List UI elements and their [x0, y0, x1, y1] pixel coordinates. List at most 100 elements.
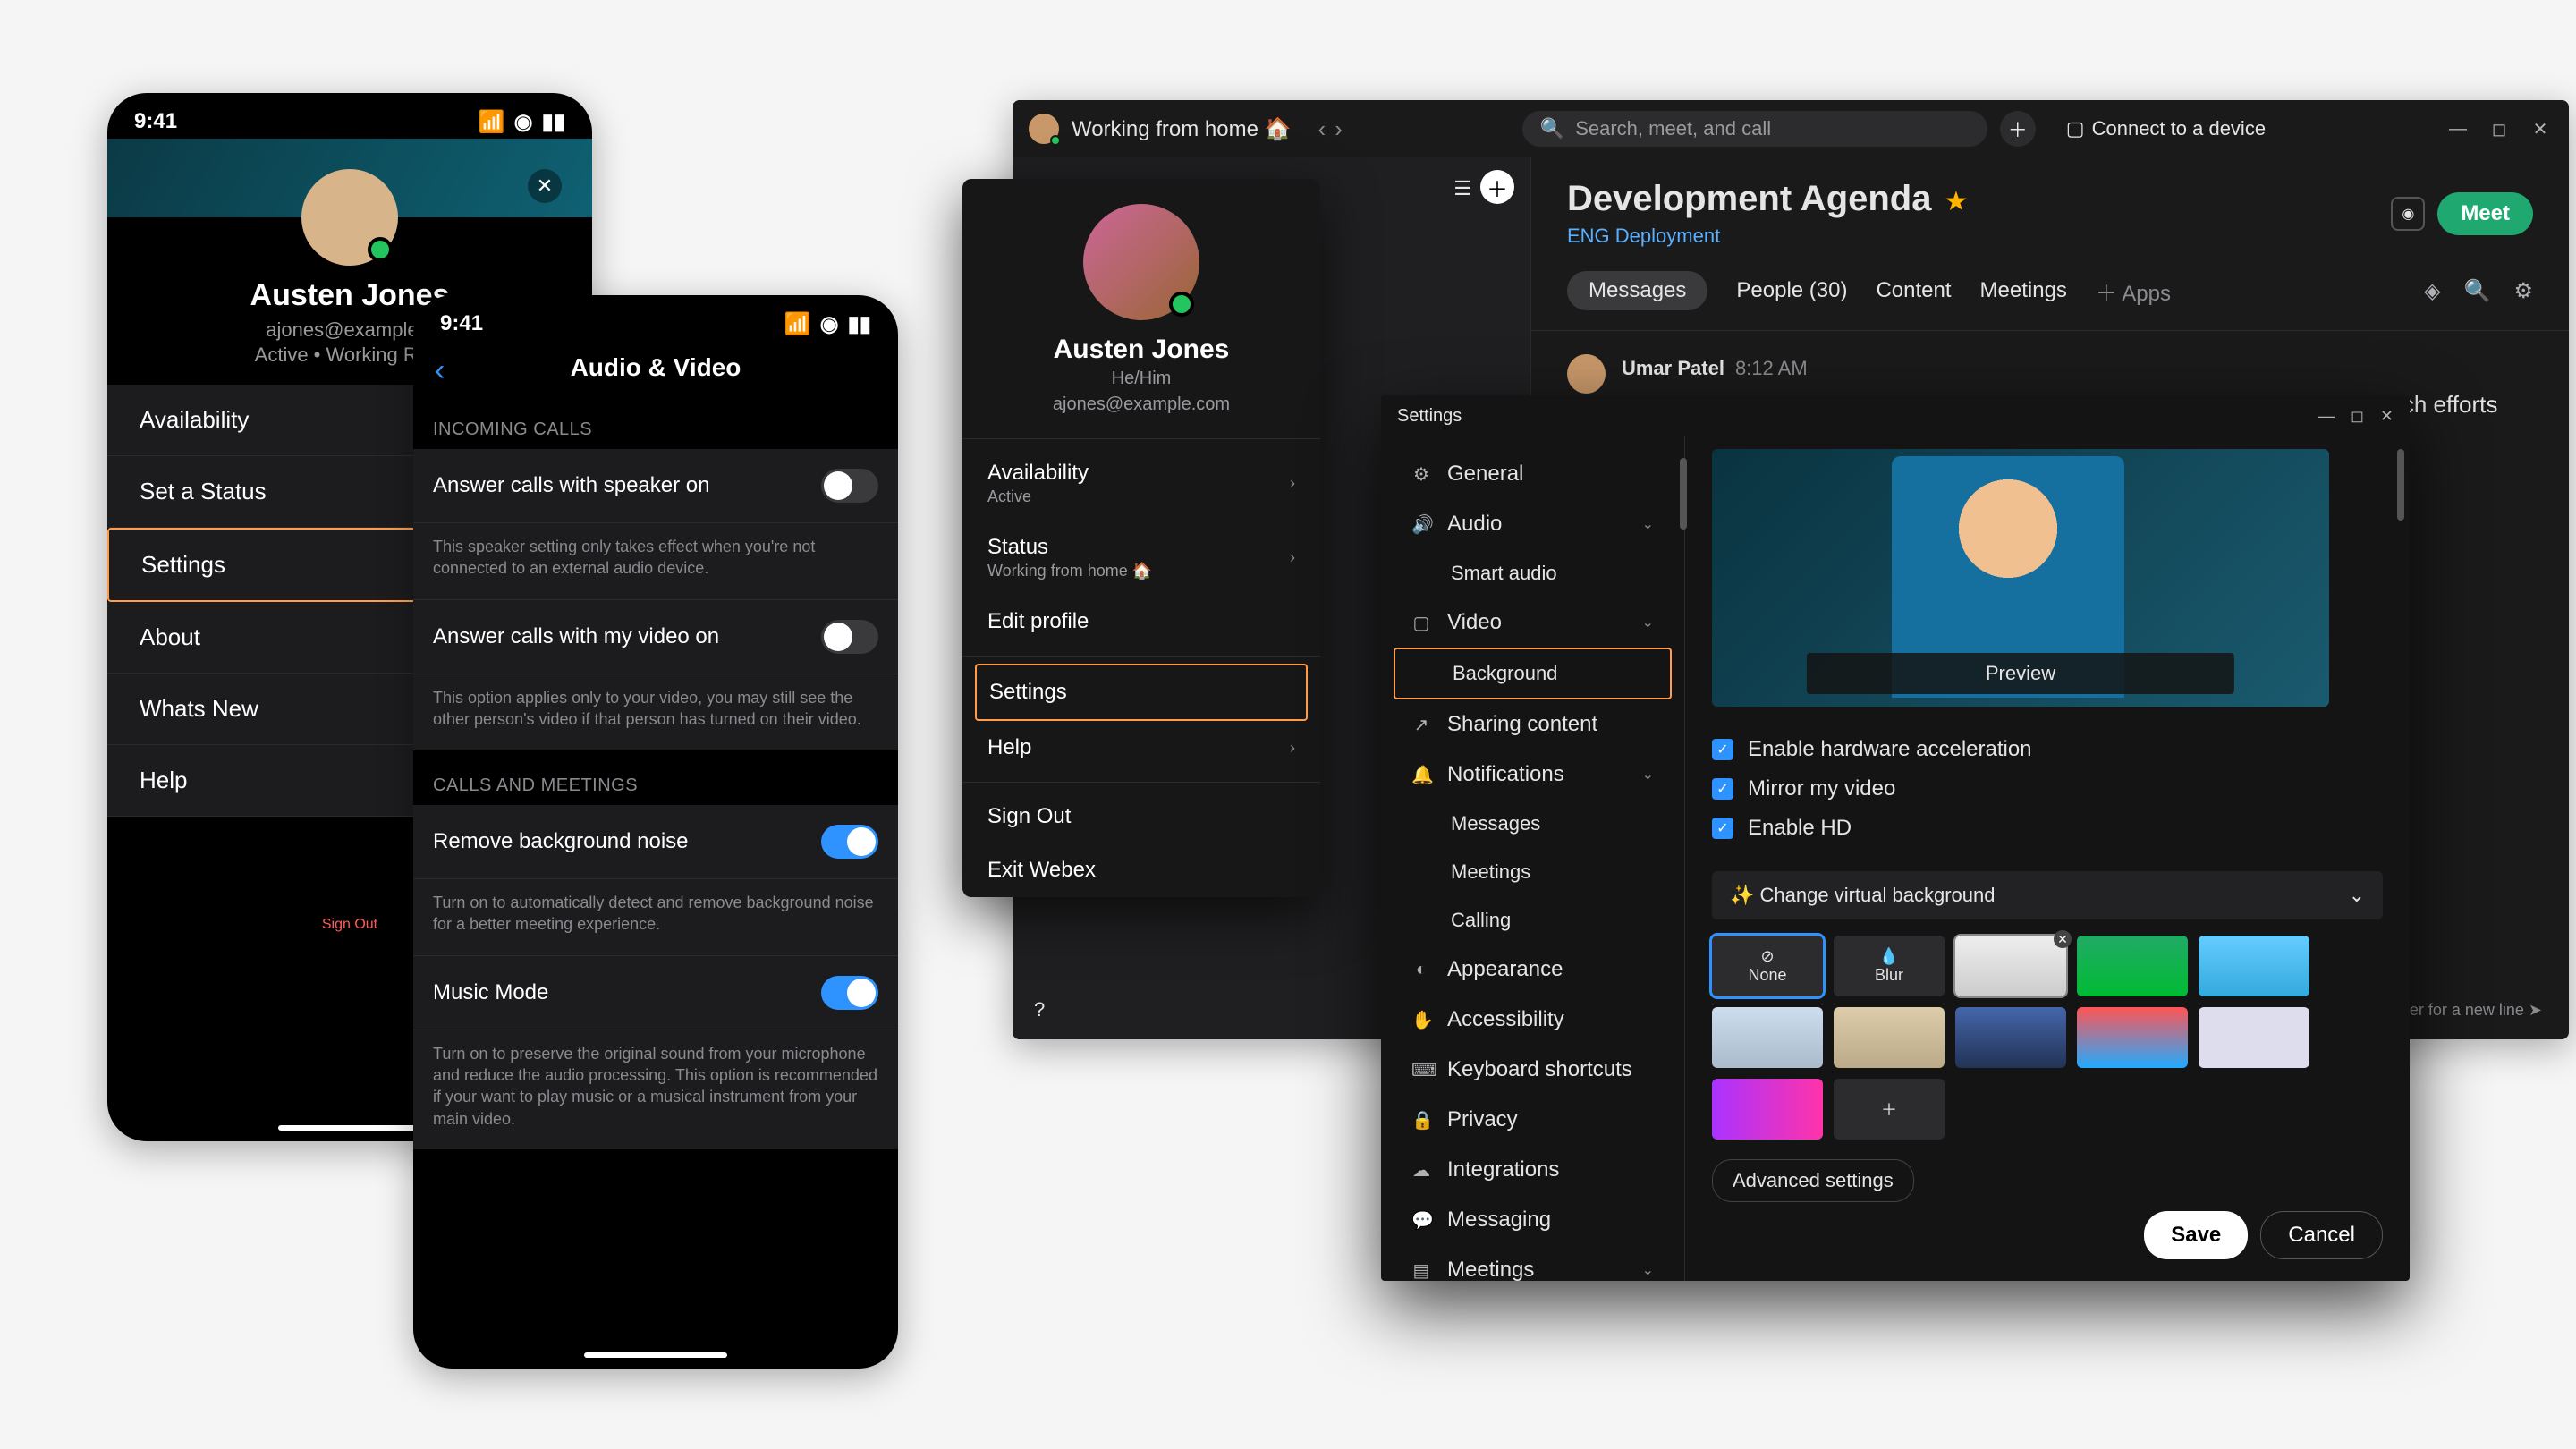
- nav-keyboard[interactable]: ⌨Keyboard shortcuts: [1394, 1045, 1672, 1095]
- nav-sharing[interactable]: ↗Sharing content: [1394, 699, 1672, 750]
- team-link[interactable]: ENG Deployment: [1567, 225, 1968, 248]
- filter-icon[interactable]: ☰: [1453, 177, 1471, 200]
- tab-content[interactable]: Content: [1876, 278, 1951, 303]
- item-settings[interactable]: Settings: [975, 664, 1308, 721]
- pin-icon[interactable]: ◈: [2424, 278, 2440, 304]
- check-hw-accel[interactable]: ✓Enable hardware acceleration: [1712, 730, 2383, 769]
- nav-integrations[interactable]: ☁Integrations: [1394, 1145, 1672, 1195]
- check-hd[interactable]: ✓Enable HD: [1712, 809, 2383, 848]
- mobile-audio-video-screen: 9:41 📶◉▮▮ ‹ Audio & Video INCOMING CALLS…: [413, 295, 898, 1368]
- star-icon[interactable]: ★: [1944, 187, 1968, 216]
- calendar-icon: ▤: [1411, 1259, 1431, 1282]
- nav-general[interactable]: ⚙General: [1394, 449, 1672, 499]
- tab-people[interactable]: People (30): [1736, 278, 1847, 303]
- nav-audio[interactable]: 🔊Audio⌄: [1394, 499, 1672, 549]
- gear-icon: ⚙: [1411, 463, 1431, 486]
- lock-icon: 🔒: [1411, 1109, 1431, 1131]
- item-sign-out[interactable]: Sign Out: [962, 790, 1320, 843]
- avatar[interactable]: [1029, 114, 1059, 144]
- avatar[interactable]: [1083, 204, 1199, 320]
- section-incoming: INCOMING CALLS: [413, 394, 898, 449]
- close-icon[interactable]: ✕: [528, 169, 562, 203]
- toggle-noise[interactable]: [821, 825, 878, 859]
- bg-none[interactable]: ⊘None: [1712, 936, 1823, 996]
- bg-room[interactable]: [2199, 1007, 2309, 1068]
- back-icon[interactable]: ‹: [435, 353, 445, 388]
- search-input[interactable]: 🔍Search, meet, and call: [1522, 111, 1987, 147]
- row-speaker[interactable]: Answer calls with speaker on: [413, 449, 898, 523]
- gear-icon[interactable]: ⚙: [2513, 278, 2533, 304]
- new-space-button[interactable]: ＋: [1480, 170, 1514, 204]
- tab-meetings[interactable]: Meetings: [1980, 278, 2067, 303]
- item-status[interactable]: StatusWorking from home 🏠›: [962, 521, 1320, 595]
- author-name[interactable]: Umar Patel: [1622, 357, 1724, 379]
- row-music[interactable]: Music Mode: [413, 956, 898, 1030]
- bg-mountains[interactable]: [1955, 1007, 2066, 1068]
- add-button[interactable]: ＋: [2000, 111, 2036, 147]
- nav-video[interactable]: ▢Video⌄: [1394, 597, 1672, 648]
- nav-back-icon[interactable]: ‹: [1318, 115, 1326, 143]
- bg-abstract[interactable]: [2077, 1007, 2188, 1068]
- avatar[interactable]: [301, 169, 398, 266]
- presence-dot: [1050, 135, 1061, 146]
- send-icon[interactable]: ➤: [2529, 1001, 2542, 1019]
- help-icon[interactable]: ?: [1034, 998, 1045, 1021]
- maximize-icon[interactable]: ◻: [2487, 118, 2512, 140]
- nav-accessibility[interactable]: ✋Accessibility: [1394, 995, 1672, 1045]
- delete-icon[interactable]: ✕: [2054, 930, 2072, 948]
- toggle-video[interactable]: [821, 620, 878, 654]
- item-edit-profile[interactable]: Edit profile: [962, 595, 1320, 648]
- nav-notifications[interactable]: 🔔Notifications⌄: [1394, 750, 1672, 800]
- tab-apps[interactable]: ＋ Apps: [2096, 275, 2171, 307]
- item-help[interactable]: Help›: [962, 721, 1320, 775]
- camera-icon[interactable]: ◉: [2391, 197, 2425, 231]
- nav-notif-meetings[interactable]: Meetings: [1394, 848, 1672, 896]
- nav-fwd-icon[interactable]: ›: [1335, 115, 1343, 143]
- nav-notif-calling[interactable]: Calling: [1394, 896, 1672, 945]
- checkbox-icon: ✓: [1712, 739, 1733, 760]
- meet-button[interactable]: Meet: [2437, 192, 2533, 235]
- bg-gradient2[interactable]: [1834, 1007, 1945, 1068]
- nav-smart-audio[interactable]: Smart audio: [1394, 549, 1672, 597]
- bg-add[interactable]: ＋: [1834, 1079, 1945, 1140]
- bell-icon: 🔔: [1411, 764, 1431, 786]
- author-avatar[interactable]: [1567, 354, 1606, 394]
- nav-meetings[interactable]: ▤Meetings⌄: [1394, 1245, 1672, 1281]
- scrollbar[interactable]: [2397, 449, 2404, 521]
- settings-content: Preview ✓Enable hardware acceleration ✓M…: [1685, 395, 2410, 1281]
- search-icon[interactable]: 🔍: [2464, 278, 2491, 304]
- item-availability[interactable]: AvailabilityActive›: [962, 446, 1320, 521]
- nav-notif-messages[interactable]: Messages: [1394, 800, 1672, 848]
- row-noise[interactable]: Remove background noise: [413, 805, 898, 879]
- item-exit[interactable]: Exit Webex: [962, 843, 1320, 897]
- video-preview: Preview: [1712, 449, 2329, 707]
- save-button[interactable]: Save: [2144, 1211, 2248, 1259]
- check-mirror[interactable]: ✓Mirror my video: [1712, 769, 2383, 809]
- bg-office[interactable]: ✕: [1955, 936, 2066, 996]
- minimize-icon[interactable]: ―: [2445, 119, 2470, 140]
- nav-appearance[interactable]: ◐Appearance: [1394, 945, 1672, 995]
- row-video[interactable]: Answer calls with my video on: [413, 600, 898, 674]
- bg-beach[interactable]: [2199, 936, 2309, 996]
- search-icon: 🔍: [1540, 117, 1564, 140]
- cancel-button[interactable]: Cancel: [2260, 1211, 2383, 1259]
- close-icon[interactable]: ✕: [2528, 118, 2553, 140]
- bg-blur[interactable]: 💧Blur: [1834, 936, 1945, 996]
- nav-messaging[interactable]: 💬Messaging: [1394, 1195, 1672, 1245]
- toggle-music[interactable]: [821, 976, 878, 1010]
- advanced-settings-button[interactable]: Advanced settings: [1712, 1159, 1914, 1202]
- nav-privacy[interactable]: 🔒Privacy: [1394, 1095, 1672, 1145]
- bg-gradient1[interactable]: [1712, 1007, 1823, 1068]
- toggle-speaker[interactable]: [821, 469, 878, 503]
- help-noise: Turn on to automatically detect and remo…: [413, 879, 898, 956]
- msg-time: 8:12 AM: [1735, 357, 1808, 379]
- connect-device[interactable]: ▢Connect to a device: [2066, 117, 2266, 140]
- change-bg-dropdown[interactable]: ✨ Change virtual background⌄: [1712, 871, 2383, 919]
- nav-background[interactable]: Background: [1394, 648, 1672, 699]
- tab-messages[interactable]: Messages: [1567, 271, 1707, 310]
- speaker-icon: 🔊: [1411, 513, 1431, 536]
- bg-forest[interactable]: [2077, 936, 2188, 996]
- bg-neon[interactable]: [1712, 1079, 1823, 1140]
- home-indicator: [278, 1125, 421, 1131]
- user-status[interactable]: Working from home 🏠: [1072, 116, 1292, 142]
